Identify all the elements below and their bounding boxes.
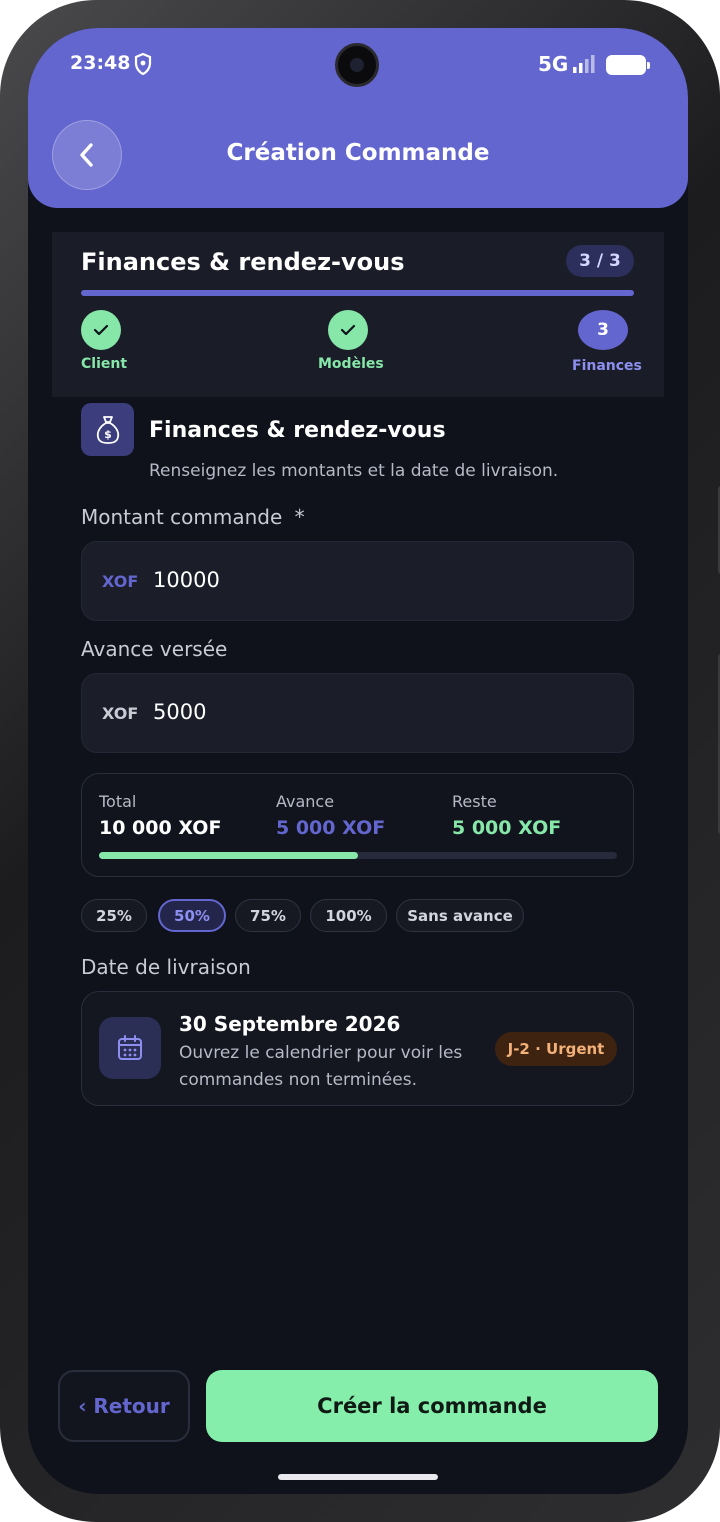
summary-advance: Avance 5 000 XOF (276, 792, 385, 839)
stepper-title: Finances & rendez-vous (81, 248, 405, 276)
chip-75-percent[interactable]: 75% (235, 899, 301, 932)
shield-icon (134, 52, 152, 79)
svg-text:$: $ (104, 428, 112, 441)
network-label: 5G (538, 52, 569, 76)
payment-summary: Total 10 000 XOF Avance 5 000 XOF Reste … (81, 773, 634, 877)
summary-total-value: 10 000 XOF (99, 817, 222, 839)
app-header: 23:48 5G Création Commande (28, 28, 688, 208)
amount-label: Montant commande * (81, 505, 305, 529)
step-models-check-icon[interactable] (328, 310, 368, 350)
advance-input[interactable]: XOF 5000 (81, 673, 634, 753)
chip-no-advance[interactable]: Sans avance (396, 899, 524, 932)
stepper-progress-bar (81, 290, 634, 296)
phone-frame: 23:48 5G Création Commande Finances & re… (0, 0, 720, 1522)
calendar-icon (99, 1017, 161, 1079)
step-counter-badge: 3 / 3 (566, 245, 634, 277)
advance-value: 5000 (153, 700, 207, 724)
chip-50-percent[interactable]: 50% (158, 899, 226, 932)
required-marker: * (294, 505, 305, 529)
step-finances-label: Finances (572, 358, 642, 374)
money-bag-icon: $ (81, 403, 134, 456)
amount-value: 10000 (153, 568, 220, 592)
amount-label-text: Montant commande (81, 505, 283, 529)
home-indicator[interactable] (278, 1474, 438, 1480)
step-finances-number[interactable]: 3 (578, 310, 628, 350)
advance-progress-fill (99, 852, 358, 859)
advance-progress-bar (99, 852, 617, 859)
summary-total: Total 10 000 XOF (99, 792, 221, 839)
advance-currency: XOF (102, 704, 139, 723)
signal-icon (572, 54, 598, 78)
advance-label: Avance versée (81, 637, 228, 661)
amount-input[interactable]: XOF 10000 (81, 541, 634, 621)
step-client-label: Client (81, 356, 128, 372)
battery-icon (606, 55, 650, 75)
stepper-card: Finances & rendez-vous 3 / 3 Client Modè… (52, 232, 664, 397)
section-title: Finances & rendez-vous (149, 418, 446, 443)
delivery-date-value: 30 Septembre 2026 (179, 1012, 401, 1036)
summary-rest-label: Reste (452, 792, 497, 811)
summary-rest-value: 5 000 XOF (452, 817, 562, 839)
page-title: Création Commande (226, 140, 490, 166)
summary-rest: Reste 5 000 XOF (452, 792, 561, 839)
create-order-button[interactable]: Créer la commande (206, 1370, 658, 1442)
delivery-date-label: Date de livraison (81, 955, 251, 979)
status-time: 23:48 (70, 52, 131, 74)
chip-25-percent[interactable]: 25% (81, 899, 147, 932)
back-step-button[interactable]: ‹ Retour (58, 1370, 190, 1442)
section-subtitle: Renseignez les montants et la date de li… (149, 461, 559, 481)
summary-advance-label: Avance (276, 792, 335, 811)
summary-advance-value: 5 000 XOF (276, 817, 386, 839)
delivery-date-picker[interactable]: 30 Septembre 2026 Ouvrez le calendrier p… (81, 991, 634, 1106)
chip-100-percent[interactable]: 100% (310, 899, 387, 932)
step-client-check-icon[interactable] (81, 310, 121, 350)
step-models-label: Modèles (318, 356, 384, 372)
screen: 23:48 5G Création Commande Finances & re… (28, 28, 688, 1494)
urgency-badge: J-2 · Urgent (495, 1032, 617, 1066)
summary-total-label: Total (99, 792, 137, 811)
amount-currency: XOF (102, 572, 139, 591)
front-camera (335, 43, 379, 87)
delivery-date-hint: Ouvrez le calendrier pour voir les comma… (179, 1043, 463, 1090)
